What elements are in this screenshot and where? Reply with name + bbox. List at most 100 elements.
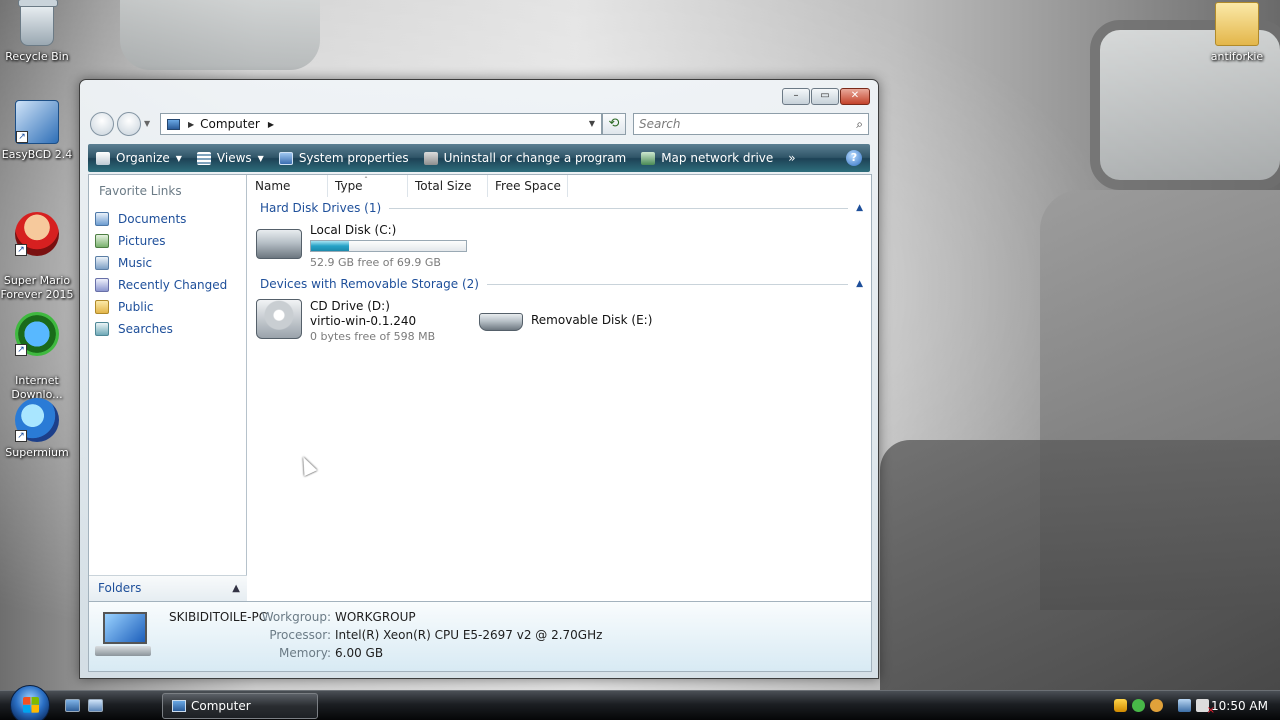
chevron-up-icon[interactable]: ▲ [856,203,863,213]
removable-disk-icon [479,313,523,331]
programs-icon [423,151,438,165]
chevron-up-icon[interactable]: ▲ [856,279,863,289]
clock[interactable]: 10:50 AM [1211,691,1268,720]
start-button[interactable] [10,685,50,720]
forward-button[interactable] [117,112,141,136]
back-button[interactable] [90,112,114,136]
desktop-icon-supermium[interactable]: ↗ Supermium [0,398,74,460]
sort-arrow-icon: ˆ [364,176,368,185]
show-desktop-icon[interactable] [65,699,80,712]
taskbar-window-computer[interactable]: Computer [162,693,318,719]
address-bar[interactable]: ▶ Computer ▶ ▼ [160,113,602,135]
drive-cd-d[interactable]: CD Drive (D:) virtio-win-0.1.240 0 bytes… [256,299,435,344]
monitor-screen [103,612,147,644]
drive-removable-e[interactable]: Removable Disk (E:) [479,299,652,331]
nav-link-documents[interactable]: Documents [95,208,227,230]
help-button[interactable]: ? [846,150,862,166]
map-network-drive-button[interactable]: Map network drive [641,151,773,165]
refresh-button[interactable]: ⟲ [602,113,626,135]
idm-icon: ↗ [15,312,59,356]
explorer-body: Favorite Links Documents Pictures Music … [88,174,872,602]
nav-link-searches[interactable]: Searches [95,318,227,340]
drive-local-disk-c[interactable]: Local Disk (C:) 52.9 GB free of 69.9 GB [256,223,467,270]
chevron-down-icon: ▼ [175,153,182,163]
nav-link-pictures[interactable]: Pictures [95,230,227,252]
status-check-icon[interactable] [1132,699,1145,712]
desktop-icon-super-mario[interactable]: ↗ Super Mario Forever 2015 [0,198,74,302]
recycle-bin-icon [18,0,58,46]
cd-drive-icon [256,299,302,339]
searches-icon [95,322,109,336]
computer-icon [167,118,180,130]
views-icon [196,151,211,165]
divider [486,283,849,285]
maximize-button[interactable]: ▭ [811,88,839,105]
breadcrumb-computer[interactable]: Computer [200,117,260,131]
switch-windows-icon[interactable] [88,699,103,712]
minimize-button[interactable]: – [782,88,810,105]
desktop-icon-recycle-bin[interactable]: Recycle Bin [0,0,74,64]
computer-icon [95,612,151,658]
breadcrumb-chevron-icon[interactable]: ▶ [268,120,274,129]
folders-toggle[interactable]: Folders ▲ [89,575,247,601]
memory-value: 6.00 GB [335,646,384,660]
system-properties-icon [278,151,293,165]
nav-link-music[interactable]: Music [95,252,227,274]
search-input[interactable]: Search ⌕ [633,113,869,135]
close-button[interactable]: ✕ [840,88,870,105]
folder-icon [1215,2,1259,46]
drive-name: Removable Disk (E:) [531,313,653,327]
system-properties-button[interactable]: System properties [278,151,409,165]
security-shield-icon[interactable] [1114,699,1127,712]
disk-usage-fill [311,241,349,251]
group-header-hard-disk-drives[interactable]: Hard Disk Drives (1) ▲ [260,200,863,216]
drive-volume-label: virtio-win-0.1.240 [310,314,417,328]
shortcut-arrow-icon: ↗ [15,430,27,442]
drive-free-space: 52.9 GB free of 69.9 GB [310,256,441,269]
shortcut-arrow-icon: ↗ [15,244,27,256]
caption-buttons: – ▭ ✕ [782,88,870,105]
nav-link-recently-changed[interactable]: Recently Changed [95,274,227,296]
recent-pages-dropdown-icon[interactable]: ▼ [144,119,150,128]
wallpaper-window [120,0,320,70]
shortcut-arrow-icon: ↗ [15,344,27,356]
group-header-removable-storage[interactable]: Devices with Removable Storage (2) ▲ [260,276,863,292]
volume-muted-icon[interactable] [1196,699,1215,716]
computer-icon [172,700,186,712]
desktop-icon-internet-download[interactable]: ↗ Internet Downlo... [0,298,74,402]
column-header-name[interactable]: Name [248,175,328,197]
desktop-icon-antiforkie[interactable]: antiforkie [1200,2,1274,64]
navigation-pane: Favorite Links Documents Pictures Music … [89,175,247,601]
shortcut-arrow-icon: ↗ [16,131,28,143]
address-dropdown-icon[interactable]: ▼ [589,119,595,128]
details-pane: SKIBIDITOILE-PC Workgroup: WORKGROUP Pro… [88,602,872,672]
drive-name: CD Drive (D:) [310,299,390,313]
processor-value: Intel(R) Xeon(R) CPU E5-2697 v2 @ 2.70GH… [335,628,603,642]
workgroup-value: WORKGROUP [335,610,416,624]
views-button[interactable]: Views ▼ [196,151,264,165]
system-tray: 10:50 AM [1108,691,1280,720]
music-icon [95,256,109,270]
column-header-type[interactable]: Type ˆ [328,175,408,197]
column-header-free-space[interactable]: Free Space [488,175,568,197]
uninstall-program-button[interactable]: Uninstall or change a program [423,151,626,165]
column-headers: Name Type ˆ Total Size Free Space [248,175,568,197]
folder-icon [95,300,109,314]
breadcrumb-chevron-icon[interactable]: ▶ [188,120,194,129]
explorer-window: – ▭ ✕ ▼ ▶ Computer ▶ ▼ ⟲ Search ⌕ Organi… [79,79,879,679]
monitor-base [95,646,151,656]
nav-link-public[interactable]: Public [95,296,227,318]
favorite-links-heading: Favorite Links [99,184,182,198]
search-icon[interactable]: ⌕ [856,114,863,134]
more-commands-button[interactable]: » [788,151,795,165]
organize-button[interactable]: Organize ▼ [96,151,182,165]
recently-changed-icon [95,278,109,292]
command-bar: Organize ▼ Views ▼ System properties Uni… [88,144,870,172]
chevron-up-icon: ▲ [232,583,240,594]
taskbar: Computer 10:50 AM [0,685,1280,720]
desktop-icon-easybcd[interactable]: ↗ EasyBCD 2.4 [0,100,74,162]
favorite-links-list: Documents Pictures Music Recently Change… [95,208,227,340]
column-header-total-size[interactable]: Total Size [408,175,488,197]
network-icon[interactable] [1178,699,1191,712]
warning-icon[interactable] [1150,699,1163,712]
